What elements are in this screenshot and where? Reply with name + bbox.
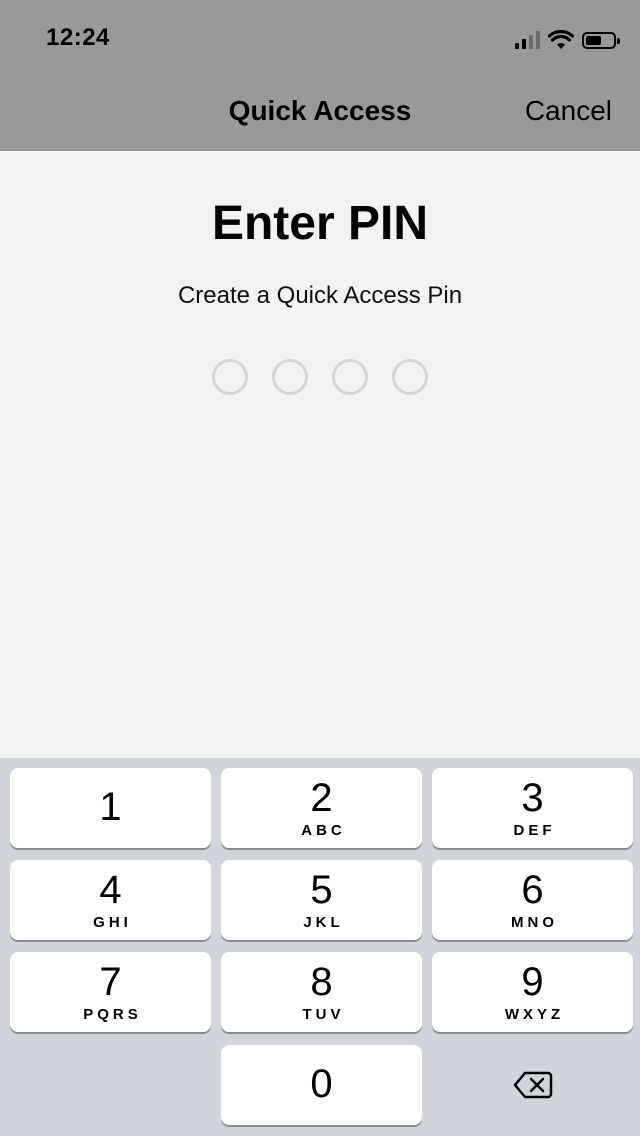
key-4[interactable]: 4 GHI — [10, 860, 211, 940]
cellular-signal-icon — [515, 31, 540, 49]
key-5[interactable]: 5 JKL — [221, 860, 422, 940]
pin-dot — [332, 359, 368, 395]
key-letters: GHI — [93, 914, 132, 931]
page-title: Enter PIN — [211, 197, 429, 250]
key-3[interactable]: 3 DEF — [432, 768, 633, 848]
pin-dot — [392, 359, 428, 395]
backspace-icon — [513, 1071, 552, 1099]
status-icons — [515, 26, 620, 54]
key-letters: JKL — [303, 914, 344, 931]
navigation-header: 12:24 Quick Access Cancel — [0, 0, 640, 151]
key-6[interactable]: 6 MNO — [432, 860, 633, 940]
key-digit: 0 — [310, 1062, 333, 1106]
key-7[interactable]: 7 PQRS — [10, 952, 211, 1032]
key-8[interactable]: 8 TUV — [221, 952, 422, 1032]
key-9[interactable]: 9 WXYZ — [432, 952, 633, 1032]
key-letters: DEF — [513, 822, 556, 839]
key-letters: PQRS — [83, 1006, 142, 1023]
wifi-icon — [548, 30, 574, 49]
numeric-keypad: 1 2 ABC 3 DEF 4 GHI 5 JKL 6 MNO 7 PQRS 8… — [0, 758, 640, 1136]
key-1[interactable]: 1 — [10, 768, 211, 848]
pin-dot — [212, 359, 248, 395]
key-0[interactable]: 0 — [221, 1045, 422, 1125]
key-letters: TUV — [302, 1006, 345, 1023]
pin-dot — [272, 359, 308, 395]
cancel-button[interactable]: Cancel — [525, 95, 612, 127]
key-2[interactable]: 2 ABC — [221, 768, 422, 848]
battery-icon — [582, 31, 620, 49]
key-letters: WXYZ — [504, 1006, 565, 1023]
status-time: 12:24 — [46, 24, 110, 51]
key-digit: 8 — [310, 960, 333, 1004]
key-digit: 9 — [521, 960, 544, 1004]
page-subtitle: Create a Quick Access Pin — [177, 282, 463, 309]
key-digit: 4 — [99, 868, 122, 912]
key-digit: 1 — [99, 785, 122, 829]
pin-indicator — [0, 359, 640, 395]
key-digit: 3 — [521, 776, 544, 820]
key-digit: 2 — [310, 776, 333, 820]
key-digit: 7 — [99, 960, 122, 1004]
key-letters: ABC — [301, 822, 346, 839]
key-digit: 6 — [521, 868, 544, 912]
delete-button[interactable] — [432, 1045, 633, 1125]
key-digit: 5 — [310, 868, 333, 912]
key-letters: MNO — [511, 914, 558, 931]
